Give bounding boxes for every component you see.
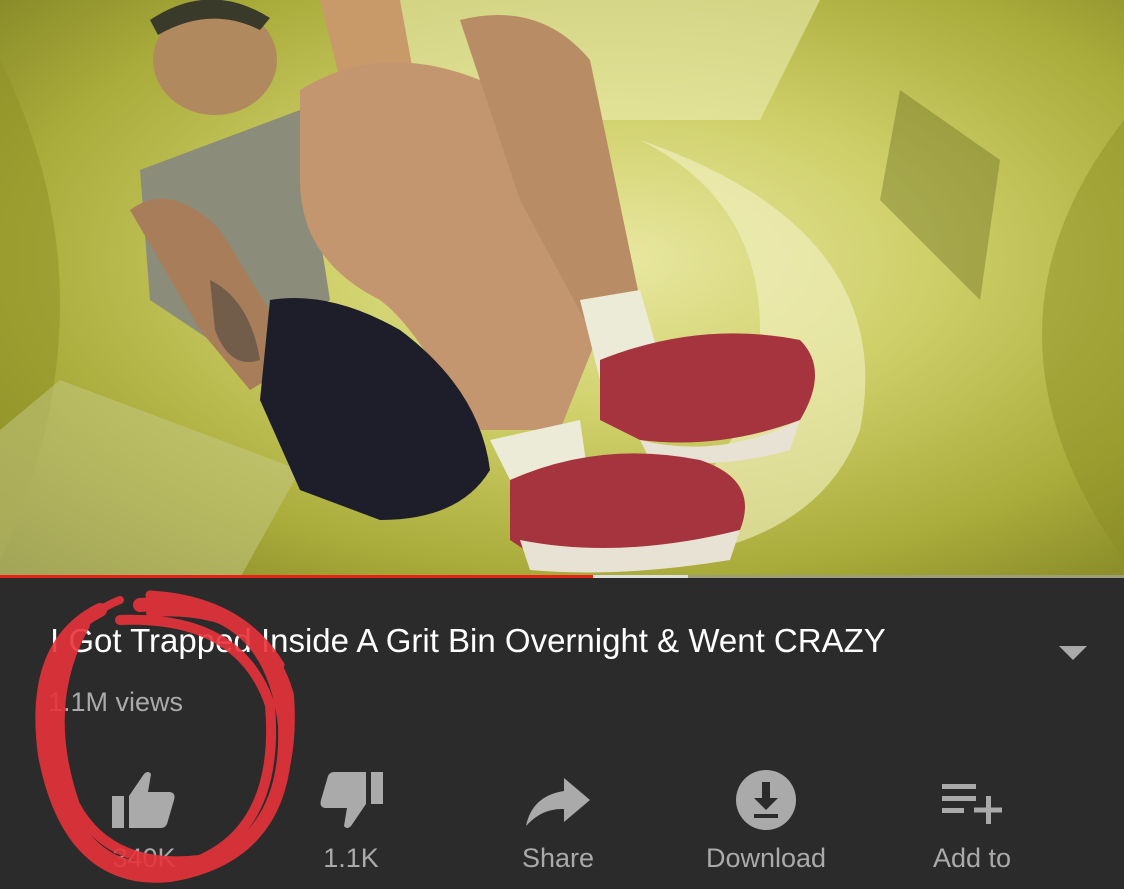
progress-played bbox=[0, 575, 593, 578]
video-frame bbox=[0, 0, 1124, 578]
share-arrow-icon bbox=[526, 778, 590, 826]
share-label: Share bbox=[521, 843, 595, 873]
dislike-button[interactable]: 1.1K bbox=[251, 750, 451, 889]
thumbs-down-icon bbox=[320, 772, 383, 828]
expand-description-button[interactable] bbox=[1048, 634, 1098, 674]
thumbs-up-icon bbox=[112, 772, 175, 828]
video-player[interactable] bbox=[0, 0, 1124, 578]
like-count: 340K bbox=[112, 843, 176, 873]
dislike-count: 1.1K bbox=[323, 843, 379, 873]
action-bar: 340K 1.1K Share Download Add to bbox=[0, 750, 1124, 889]
download-button[interactable]: Download bbox=[666, 750, 866, 889]
view-count: 1.1M views bbox=[48, 687, 184, 717]
chevron-down-icon bbox=[1059, 646, 1087, 660]
like-button[interactable]: 340K bbox=[44, 750, 244, 889]
video-progress-bar[interactable] bbox=[0, 575, 1124, 578]
video-screen: I Got Trapped Inside A Grit Bin Overnigh… bbox=[0, 0, 1124, 889]
add-to-playlist-button[interactable]: Add to bbox=[872, 750, 1072, 889]
download-label: Download bbox=[705, 843, 827, 873]
video-title: I Got Trapped Inside A Grit Bin Overnigh… bbox=[50, 622, 886, 659]
share-button[interactable]: Share bbox=[458, 750, 658, 889]
download-circle-icon bbox=[736, 770, 796, 830]
add-to-label: Add to bbox=[932, 843, 1012, 873]
playlist-add-icon bbox=[942, 784, 1002, 824]
